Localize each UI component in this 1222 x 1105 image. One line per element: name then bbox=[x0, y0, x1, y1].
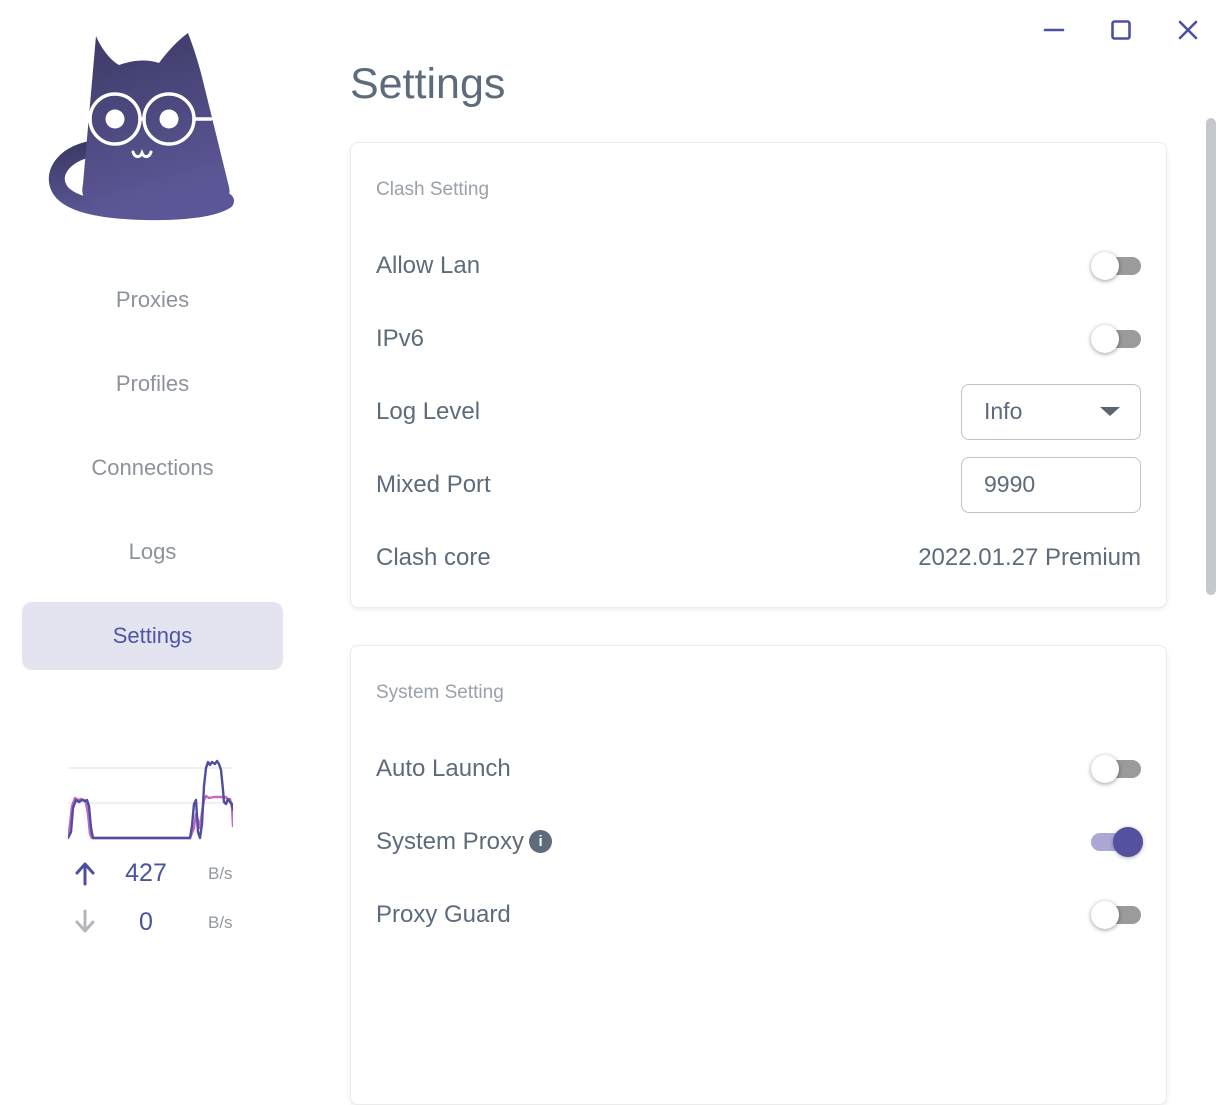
mixed-port-label: Mixed Port bbox=[376, 470, 491, 498]
upload-rate-row: 427 B/s bbox=[70, 858, 240, 888]
ipv6-label: IPv6 bbox=[376, 324, 425, 352]
sidebar-item-settings[interactable]: Settings bbox=[22, 602, 283, 670]
clash-cat-logo bbox=[48, 33, 234, 221]
sidebar-item-proxies[interactable]: Proxies bbox=[22, 266, 283, 334]
upload-rate-unit: B/s bbox=[208, 864, 233, 883]
toggle-thumb bbox=[1091, 754, 1119, 783]
auto-launch-toggle[interactable] bbox=[1091, 754, 1141, 783]
minimize-button[interactable] bbox=[1036, 12, 1072, 48]
allow-lan-row: Allow Lan bbox=[376, 229, 1141, 302]
sidebar-item-logs[interactable]: Logs bbox=[22, 518, 283, 586]
sidebar-item-profiles[interactable]: Profiles bbox=[22, 350, 283, 418]
system-proxy-label-text: System Proxy bbox=[376, 827, 525, 855]
auto-launch-row: Auto Launch bbox=[376, 732, 1141, 805]
log-level-row: Log Level Info bbox=[376, 375, 1141, 448]
proxy-guard-toggle[interactable] bbox=[1091, 900, 1141, 929]
auto-launch-label: Auto Launch bbox=[376, 754, 511, 782]
mixed-port-row: Mixed Port bbox=[376, 448, 1141, 521]
cat-right-eye bbox=[159, 109, 179, 129]
upload-rate-value: 427 bbox=[125, 859, 167, 887]
cat-left-eye bbox=[105, 109, 125, 129]
download-rate-value: 0 bbox=[139, 908, 153, 936]
clash-settings-window: { "colors": { "accent_indigo": "#4b51a1"… bbox=[0, 0, 1222, 1105]
download-rate-unit: B/s bbox=[208, 913, 233, 932]
system-setting-card-title: System Setting bbox=[376, 682, 504, 703]
clash-setting-card: Clash Setting Allow Lan IPv6 Log Level I… bbox=[350, 142, 1167, 608]
download-rate-row: 0 B/s bbox=[70, 907, 240, 937]
allow-lan-label: Allow Lan bbox=[376, 251, 481, 279]
upload-arrow-icon bbox=[75, 862, 95, 886]
maximize-icon bbox=[1111, 20, 1131, 40]
ipv6-row: IPv6 bbox=[376, 302, 1141, 375]
minimize-icon bbox=[1043, 28, 1065, 32]
allow-lan-toggle[interactable] bbox=[1091, 251, 1141, 280]
window-controls bbox=[1036, 12, 1206, 52]
system-proxy-row: System Proxy i bbox=[376, 805, 1143, 878]
close-icon bbox=[1178, 20, 1198, 40]
maximize-button[interactable] bbox=[1103, 12, 1139, 48]
sidebar-item-connections[interactable]: Connections bbox=[22, 434, 283, 502]
log-level-label: Log Level bbox=[376, 397, 481, 425]
log-level-select[interactable]: Info bbox=[961, 383, 1141, 440]
clash-core-version: 2022.01.27 Premium bbox=[918, 543, 1141, 571]
ipv6-toggle[interactable] bbox=[1091, 324, 1141, 353]
toggle-thumb bbox=[1091, 324, 1119, 353]
system-proxy-toggle[interactable] bbox=[1091, 826, 1143, 857]
vertical-scrollbar[interactable] bbox=[1206, 118, 1216, 595]
proxy-guard-row: Proxy Guard bbox=[376, 878, 1141, 951]
proxy-guard-label: Proxy Guard bbox=[376, 900, 511, 928]
clash-setting-rows: Allow Lan IPv6 Log Level Info Mixed Port… bbox=[376, 229, 1141, 594]
page-title: Settings bbox=[350, 60, 506, 108]
system-proxy-label: System Proxy i bbox=[376, 827, 553, 856]
system-setting-card: System Setting Auto Launch System Proxy … bbox=[350, 645, 1167, 1105]
toggle-thumb bbox=[1113, 826, 1143, 857]
clash-core-row: Clash core 2022.01.27 Premium bbox=[376, 521, 1141, 594]
mixed-port-input[interactable] bbox=[961, 456, 1141, 513]
close-button[interactable] bbox=[1170, 12, 1206, 48]
toggle-thumb bbox=[1091, 900, 1119, 929]
download-arrow-icon bbox=[75, 909, 95, 933]
traffic-sparkline-chart bbox=[68, 759, 233, 840]
sidebar-nav: Proxies Profiles Connections Logs Settin… bbox=[22, 266, 283, 686]
info-icon[interactable]: i bbox=[529, 830, 553, 853]
chevron-down-icon bbox=[1100, 407, 1120, 416]
system-setting-rows: Auto Launch System Proxy i Proxy Guard bbox=[376, 732, 1143, 951]
clash-core-label: Clash core bbox=[376, 543, 491, 571]
clash-setting-card-title: Clash Setting bbox=[376, 179, 490, 200]
log-level-selected-value: Info bbox=[984, 398, 1023, 424]
toggle-thumb bbox=[1091, 251, 1119, 280]
